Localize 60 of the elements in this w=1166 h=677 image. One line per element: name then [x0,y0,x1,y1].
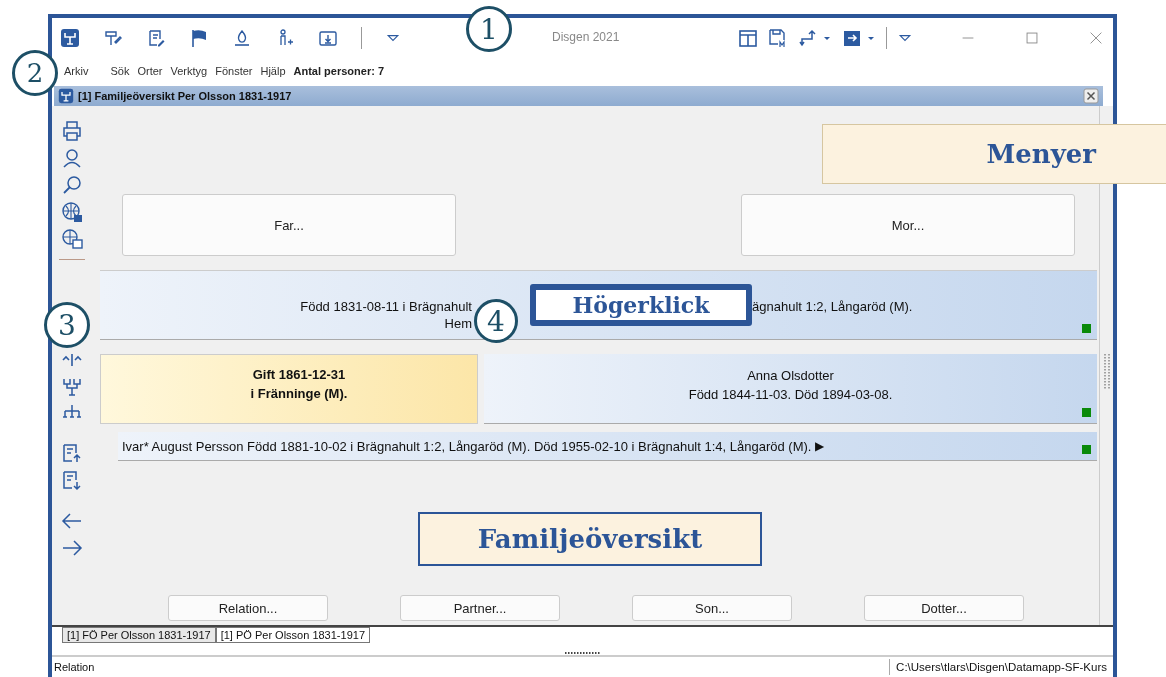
person-details: Född 1831-08-11 i Brägnahult [299,299,472,316]
search-icon[interactable] [61,174,83,196]
marriage-card[interactable]: Gift 1861-12-31 i Fränninge (M). [100,354,478,424]
child-details: Ivar* August Persson Född 1881-10-02 i Brägnahult 1:2, Långaröd (M). Död 1955-02-10 i Brägnahult 1:4, Långaröd (M). [122,438,812,454]
save-icon[interactable] [768,28,788,48]
splitter-grip-icon[interactable] [1103,354,1110,390]
person-details: ägnahult 1:2, Långaröd (M). [752,299,914,316]
edit-document-icon[interactable] [146,28,166,48]
drop-icon[interactable] [232,28,252,48]
annotation-label: Familjeöversikt [418,512,762,566]
swap-icon[interactable] [842,28,862,48]
table-icon[interactable] [738,28,758,48]
person-residence: Hem [443,316,472,333]
menu-item[interactable]: Fönster [215,65,253,77]
menu-item[interactable]: Arkiv [64,65,89,77]
menu-item[interactable]: Sök [110,65,130,77]
annotation-label: Högerklick [530,284,752,326]
folder-download-icon[interactable] [318,28,338,48]
annotation-label: Menyer [822,124,1166,184]
globe-window-icon[interactable] [61,228,83,250]
partner-details: Född 1844-11-03. Död 1894-03-08. [688,386,893,404]
family-tree-icon[interactable] [61,376,83,398]
step-number-marker: 1 [466,6,512,52]
marriage-text: Gift 1861-12-31 [251,366,346,384]
close-icon[interactable] [1083,88,1099,104]
menu-item[interactable]: Orter [137,65,163,77]
export-up-icon[interactable] [61,442,83,464]
app-logo-icon [58,88,74,104]
status-text: Relation [54,661,95,673]
expand-arrow[interactable]: ▶ [815,439,825,453]
status-square-icon [1082,445,1091,454]
flag-icon[interactable] [189,28,209,48]
step-number-marker: 2 [12,50,58,96]
partner-name: Anna Olsdotter [747,367,834,385]
brush-icon[interactable] [103,28,123,48]
arrows-icon[interactable] [798,28,818,48]
mother-button[interactable]: Mor... [741,194,1075,256]
window-tab[interactable]: [1] PÖ Per Olsson 1831-1917 [215,627,370,643]
father-button[interactable]: Far... [122,194,456,256]
export-down-icon[interactable] [61,469,83,491]
folder-path: C:\Users\tlars\Disgen\Datamapp-SF-Kurs [889,659,1113,675]
printer-icon[interactable] [61,120,83,142]
marriage-text: i Fränninge (M). [249,385,348,403]
action-button[interactable]: Dotter... [864,595,1024,621]
window-title: Disgen 2021 [552,30,620,44]
child-row[interactable]: Ivar* August Persson Född 1881-10-02 i Brägnahult 1:2, Långaröd (M). Död 1955-02-10 i Brägnahult 1:4, Långaröd (M). ▶ [118,432,1097,461]
action-button[interactable]: Relation... [168,595,328,621]
splitter-grip-icon[interactable] [564,651,601,655]
partner-card[interactable]: Anna Olsdotter Född 1844-11-03. Död 1894-03-08. [484,354,1097,424]
action-button[interactable]: Son... [632,595,792,621]
window-tab[interactable]: [1] FÖ Per Olsson 1831-1917 [62,627,216,643]
action-button[interactable]: Partner... [400,595,560,621]
app-logo-icon[interactable] [60,28,80,48]
status-square-icon [1082,324,1091,333]
person-count: Antal personer: 7 [293,65,384,77]
menu-item[interactable]: Verktyg [170,65,208,77]
status-square-icon [1082,408,1091,417]
person-icon[interactable] [61,147,83,169]
menu-item[interactable]: Hjälp [260,65,286,77]
child-window-title: [1] Familjeöversikt Per Olsson 1831-1917 [78,90,292,102]
